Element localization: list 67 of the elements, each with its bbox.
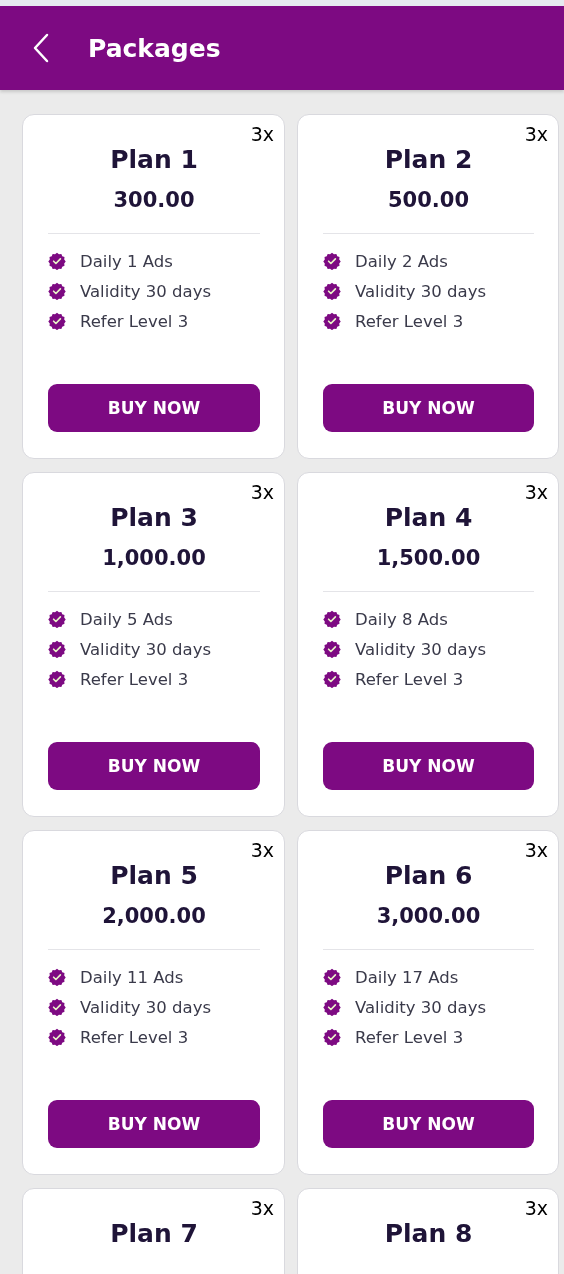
feature-text: Daily 17 Ads <box>355 967 459 987</box>
check-badge-icon <box>48 640 66 658</box>
plan-price: 500.00 <box>386 187 470 214</box>
plan-price: 3,000.00 <box>375 903 482 930</box>
back-button[interactable] <box>32 33 50 63</box>
plan-price: 1,500.00 <box>375 545 482 572</box>
multiplier-label: 3x <box>250 481 274 503</box>
multiplier-label: 3x <box>250 123 274 145</box>
check-badge-icon <box>323 312 341 330</box>
buy-now-button[interactable]: BUY NOW <box>323 1100 534 1148</box>
check-badge-icon <box>48 282 66 300</box>
check-badge-icon <box>323 968 341 986</box>
check-badge-icon <box>323 1028 341 1046</box>
feature-text: Refer Level 3 <box>80 1027 189 1047</box>
plan-price: 2,000.00 <box>101 903 207 930</box>
multiplier-label: 3x <box>250 839 274 861</box>
buy-now-button[interactable]: BUY NOW <box>48 1100 260 1148</box>
check-badge-icon <box>48 968 66 986</box>
plan-price: 1,000.00 <box>101 545 207 572</box>
multiplier-label: 3x <box>524 1197 548 1219</box>
buy-now-button[interactable]: BUY NOW <box>323 384 534 432</box>
multiplier-label: 3x <box>524 481 548 503</box>
back-icon <box>32 33 50 63</box>
check-badge-icon <box>323 670 341 688</box>
plan-price: 300.00 <box>112 187 196 214</box>
feature-text: Daily 2 Ads <box>355 251 448 271</box>
check-badge-icon <box>323 252 341 270</box>
check-badge-icon <box>323 610 341 628</box>
check-badge-icon <box>48 252 66 270</box>
feature-text: Validity 30 days <box>80 997 211 1017</box>
check-badge-icon <box>48 610 66 628</box>
buy-now-button[interactable]: BUY NOW <box>48 742 260 790</box>
plan-name: Plan 4 <box>383 502 474 534</box>
plan-name: Plan 7 <box>109 1218 199 1250</box>
feature-text: Validity 30 days <box>80 281 211 301</box>
plan-name: Plan 5 <box>109 860 199 892</box>
check-badge-icon <box>323 282 341 300</box>
feature-text: Refer Level 3 <box>355 311 464 331</box>
feature-text: Daily 8 Ads <box>355 609 448 629</box>
plan-name: Plan 2 <box>383 144 474 176</box>
check-badge-icon <box>48 1028 66 1046</box>
plan-name: Plan 8 <box>383 1218 474 1250</box>
plan-name: Plan 6 <box>383 860 474 892</box>
check-badge-icon <box>48 998 66 1016</box>
check-badge-icon <box>323 640 341 658</box>
buy-now-button[interactable]: BUY NOW <box>323 742 534 790</box>
feature-text: Validity 30 days <box>80 639 211 659</box>
feature-text: Refer Level 3 <box>355 669 464 689</box>
feature-text: Validity 30 days <box>355 281 486 301</box>
check-badge-icon <box>323 998 341 1016</box>
feature-text: Daily 11 Ads <box>80 967 184 987</box>
feature-text: Daily 1 Ads <box>80 251 173 271</box>
plan-name: Plan 1 <box>109 144 199 176</box>
feature-text: Refer Level 3 <box>80 669 189 689</box>
feature-text: Refer Level 3 <box>355 1027 464 1047</box>
page-title: Packages <box>88 33 221 63</box>
multiplier-label: 3x <box>524 839 548 861</box>
feature-text: Refer Level 3 <box>80 311 189 331</box>
multiplier-label: 3x <box>250 1197 274 1219</box>
feature-text: Validity 30 days <box>355 997 486 1017</box>
plan-name: Plan 3 <box>109 502 199 534</box>
check-badge-icon <box>48 670 66 688</box>
feature-text: Validity 30 days <box>355 639 486 659</box>
buy-now-button[interactable]: BUY NOW <box>48 384 260 432</box>
feature-text: Daily 5 Ads <box>80 609 173 629</box>
multiplier-label: 3x <box>524 123 548 145</box>
check-badge-icon <box>48 312 66 330</box>
